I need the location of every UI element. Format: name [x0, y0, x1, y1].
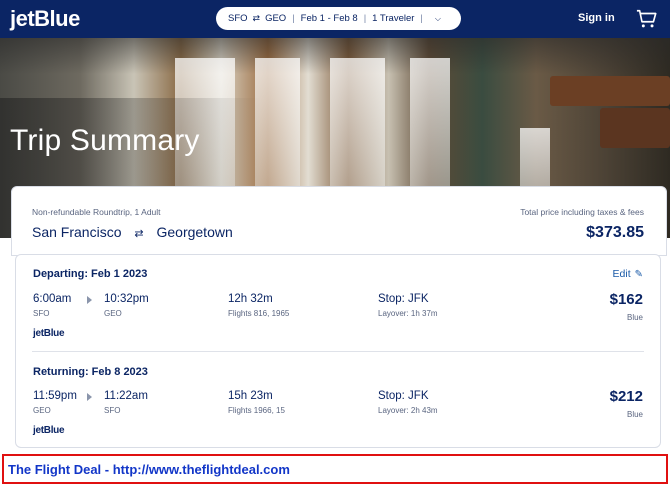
fare-class: Blue	[626, 410, 643, 419]
top-nav: jetBlue SFO ⇄ GEO | Feb 1 - Feb 8 | 1 Tr…	[0, 0, 670, 38]
sign-in-link[interactable]: Sign in	[578, 12, 615, 24]
separator: |	[363, 13, 367, 24]
arrive-time: 10:32pm	[104, 293, 149, 305]
total-price: $373.85	[586, 224, 644, 241]
depart-time: 11:59pm	[33, 390, 77, 402]
search-dates: Feb 1 - Feb 8	[300, 13, 358, 24]
arrive-time: 11:22am	[104, 390, 148, 402]
returning-segment: Returning: Feb 8 2023 11:59pm GEO 11:22a…	[16, 352, 660, 449]
arrow-right-icon	[87, 296, 92, 304]
flight-numbers: Flights 816, 1965	[228, 309, 290, 318]
duration: 15h 23m	[228, 390, 273, 402]
departing-segment: Departing: Feb 1 2023 Edit ✎ 6:00am SFO …	[16, 255, 660, 352]
layover-info: Layover: 2h 43m	[378, 406, 438, 415]
segment-title: Returning: Feb 8 2023	[33, 366, 148, 378]
origin-city: San Francisco	[32, 224, 122, 240]
search-travelers: 1 Traveler	[372, 13, 415, 24]
separator: |	[420, 13, 423, 24]
flights-card: Departing: Feb 1 2023 Edit ✎ 6:00am SFO …	[15, 254, 661, 448]
carrier-logo: jetBlue	[33, 328, 65, 339]
destination-city: Georgetown	[156, 224, 233, 240]
depart-airport: GEO	[33, 406, 51, 415]
edit-link[interactable]: Edit ✎	[613, 268, 643, 280]
arrive-airport: GEO	[104, 309, 122, 318]
swap-arrows-icon: ⇄	[252, 13, 261, 23]
depart-time: 6:00am	[33, 293, 72, 305]
depart-airport: SFO	[33, 309, 50, 318]
flight-deal-banner: The Flight Deal - http://www.theflightde…	[2, 454, 668, 484]
pencil-icon: ✎	[634, 268, 643, 280]
flight-numbers: Flights 1966, 15	[228, 406, 285, 415]
rock-ledge	[550, 76, 670, 106]
fare-type: Non-refundable Roundtrip, 1 Adult	[32, 207, 161, 217]
layover-info: Layover: 1h 37m	[378, 309, 438, 318]
banner-text[interactable]: The Flight Deal - http://www.theflightde…	[8, 462, 290, 477]
segment-title: Departing: Feb 1 2023	[33, 268, 148, 280]
trip-search-pill[interactable]: SFO ⇄ GEO | Feb 1 - Feb 8 | 1 Traveler |…	[216, 7, 461, 30]
shopping-cart-icon[interactable]	[636, 8, 658, 30]
duration: 12h 32m	[228, 293, 273, 305]
swap-arrows-icon: ⇄	[134, 228, 144, 240]
chevron-down-icon[interactable]: ⌵	[435, 14, 441, 24]
carrier-logo: jetBlue	[33, 425, 65, 436]
segment-price: $162	[609, 291, 643, 308]
route-cities: San Francisco ⇄ Georgetown	[32, 224, 233, 240]
edit-label: Edit	[612, 268, 631, 280]
fare-class: Blue	[626, 313, 643, 322]
price-caption: Total price including taxes & fees	[520, 207, 644, 217]
segment-price: $212	[609, 388, 643, 405]
search-origin: SFO	[228, 13, 248, 24]
stop-info: Stop: JFK	[378, 390, 429, 402]
trip-summary-card: Non-refundable Roundtrip, 1 Adult San Fr…	[11, 186, 667, 256]
jetblue-logo[interactable]: jetBlue	[10, 6, 80, 32]
arrive-airport: SFO	[104, 406, 121, 415]
page-title: Trip Summary	[10, 124, 200, 157]
rock-ledge	[600, 108, 670, 148]
arrow-right-icon	[87, 393, 92, 401]
separator: |	[292, 13, 295, 24]
search-destination: GEO	[265, 13, 287, 24]
stop-info: Stop: JFK	[378, 293, 429, 305]
